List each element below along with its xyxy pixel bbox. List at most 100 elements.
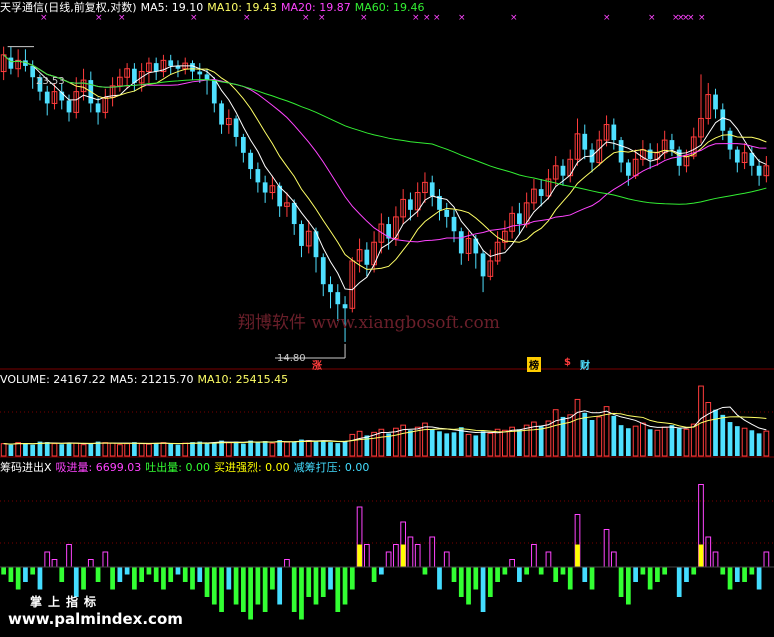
spit-bar	[567, 567, 573, 590]
candle-body	[560, 165, 566, 176]
candle-body	[240, 136, 246, 153]
candle-body	[582, 133, 588, 150]
ma5-label: MA5: 19.10	[140, 1, 204, 14]
absorb-bar	[531, 544, 537, 568]
volume-bar	[15, 442, 22, 457]
spit-bar	[270, 567, 275, 590]
spit-bar	[742, 567, 747, 582]
candle-body	[611, 124, 617, 141]
volume-bar	[197, 441, 203, 456]
volume-bar	[683, 428, 690, 457]
spit-bar	[175, 567, 181, 575]
spit-bar	[349, 567, 355, 590]
spit-bar	[618, 567, 624, 597]
event-star-icon: ×	[433, 13, 441, 23]
volume-bar	[335, 443, 341, 456]
spit-bar	[262, 567, 268, 612]
candle-body	[44, 91, 50, 104]
absorb-bar	[385, 551, 392, 568]
volume-bar	[328, 442, 333, 456]
price-header: 天孚通信(日线,前复权,对数) MA5: 19.10 MA10: 19.43 MA20…	[0, 1, 428, 14]
spit-bar	[727, 567, 733, 590]
volume-bar	[313, 441, 319, 456]
spit-bar	[117, 567, 123, 582]
volume-bar	[422, 422, 428, 457]
volume-bar	[182, 442, 189, 457]
spit-bar	[37, 567, 43, 590]
volume-bar	[480, 431, 486, 456]
candle-body	[8, 57, 14, 69]
volume-bar	[168, 443, 174, 456]
spit-bar	[23, 567, 28, 582]
spit-bar	[720, 567, 726, 575]
candle-body	[676, 149, 682, 166]
absorb-bar	[545, 551, 552, 568]
absorb-bar	[610, 551, 617, 568]
volume-bar	[211, 442, 217, 456]
volume-bar	[109, 442, 116, 457]
buy-strong-bar	[357, 544, 362, 567]
buy-strong-bar	[400, 544, 406, 567]
spit-bar	[328, 567, 333, 590]
candle-body	[364, 249, 370, 265]
candle-body	[669, 140, 675, 150]
candle-body	[444, 209, 450, 217]
dollar-marker[interactable]: $	[562, 357, 573, 368]
spit-bar	[480, 567, 486, 612]
volume-bar	[190, 442, 195, 456]
candle-body	[538, 189, 544, 196]
cai-marker[interactable]: 财	[578, 357, 592, 372]
volume-bar	[465, 433, 472, 457]
spit-bar	[211, 567, 217, 605]
spit-bar	[226, 567, 232, 590]
event-star-icon: ×	[687, 13, 695, 23]
spit-bar	[197, 567, 203, 582]
spit-bar	[560, 567, 566, 575]
event-star-icon: ×	[412, 13, 420, 23]
event-star-icon: ×	[458, 13, 466, 23]
spit-bar	[146, 567, 152, 575]
volume-bar	[756, 433, 762, 456]
spit-bar	[756, 567, 762, 590]
spit-bar	[277, 567, 283, 605]
bang-marker[interactable]: 榜	[527, 357, 541, 372]
volume-bar	[356, 430, 363, 457]
candle-body	[408, 199, 413, 210]
spit-bar	[379, 567, 384, 575]
spit-bar	[124, 567, 130, 575]
spit-bar	[589, 567, 595, 590]
spit-bar	[59, 567, 65, 582]
zhang-marker[interactable]: 涨	[310, 357, 324, 372]
candle-body	[756, 165, 762, 176]
event-star-icon: ×	[40, 13, 48, 23]
volume-bar	[582, 412, 588, 456]
spit-bar	[95, 567, 101, 582]
spit-bar	[625, 567, 631, 605]
volume-bar	[654, 429, 661, 457]
volume-bar	[393, 427, 399, 457]
volume-bar	[44, 442, 50, 456]
watermark: 翔博软件 www.xiangbosoft.com	[238, 313, 500, 333]
spit-bar	[15, 567, 21, 590]
event-star-icon: ×	[648, 13, 656, 23]
spit-bar	[633, 567, 638, 582]
ma20-line	[3, 54, 767, 243]
volume-bar	[451, 432, 457, 456]
spit-bar	[734, 567, 740, 582]
spit-bar	[335, 567, 341, 612]
candle-body	[219, 103, 224, 125]
volume-bar	[552, 409, 559, 457]
volume-bar	[23, 443, 28, 456]
candle-body	[233, 118, 239, 137]
volume-bar	[625, 428, 631, 456]
candle-body	[458, 231, 464, 254]
volume-header: VOLUME: 24167.22 MA5: 21215.70 MA10: 25415…	[0, 373, 292, 386]
absorb-bar	[44, 551, 51, 568]
absorb-bar	[509, 559, 515, 568]
candle-body	[480, 253, 486, 277]
volume-bar	[262, 441, 268, 456]
volume-bar	[676, 428, 682, 456]
absorb-bar	[705, 536, 712, 568]
candle-body	[291, 202, 297, 225]
spit-bar	[291, 567, 297, 612]
